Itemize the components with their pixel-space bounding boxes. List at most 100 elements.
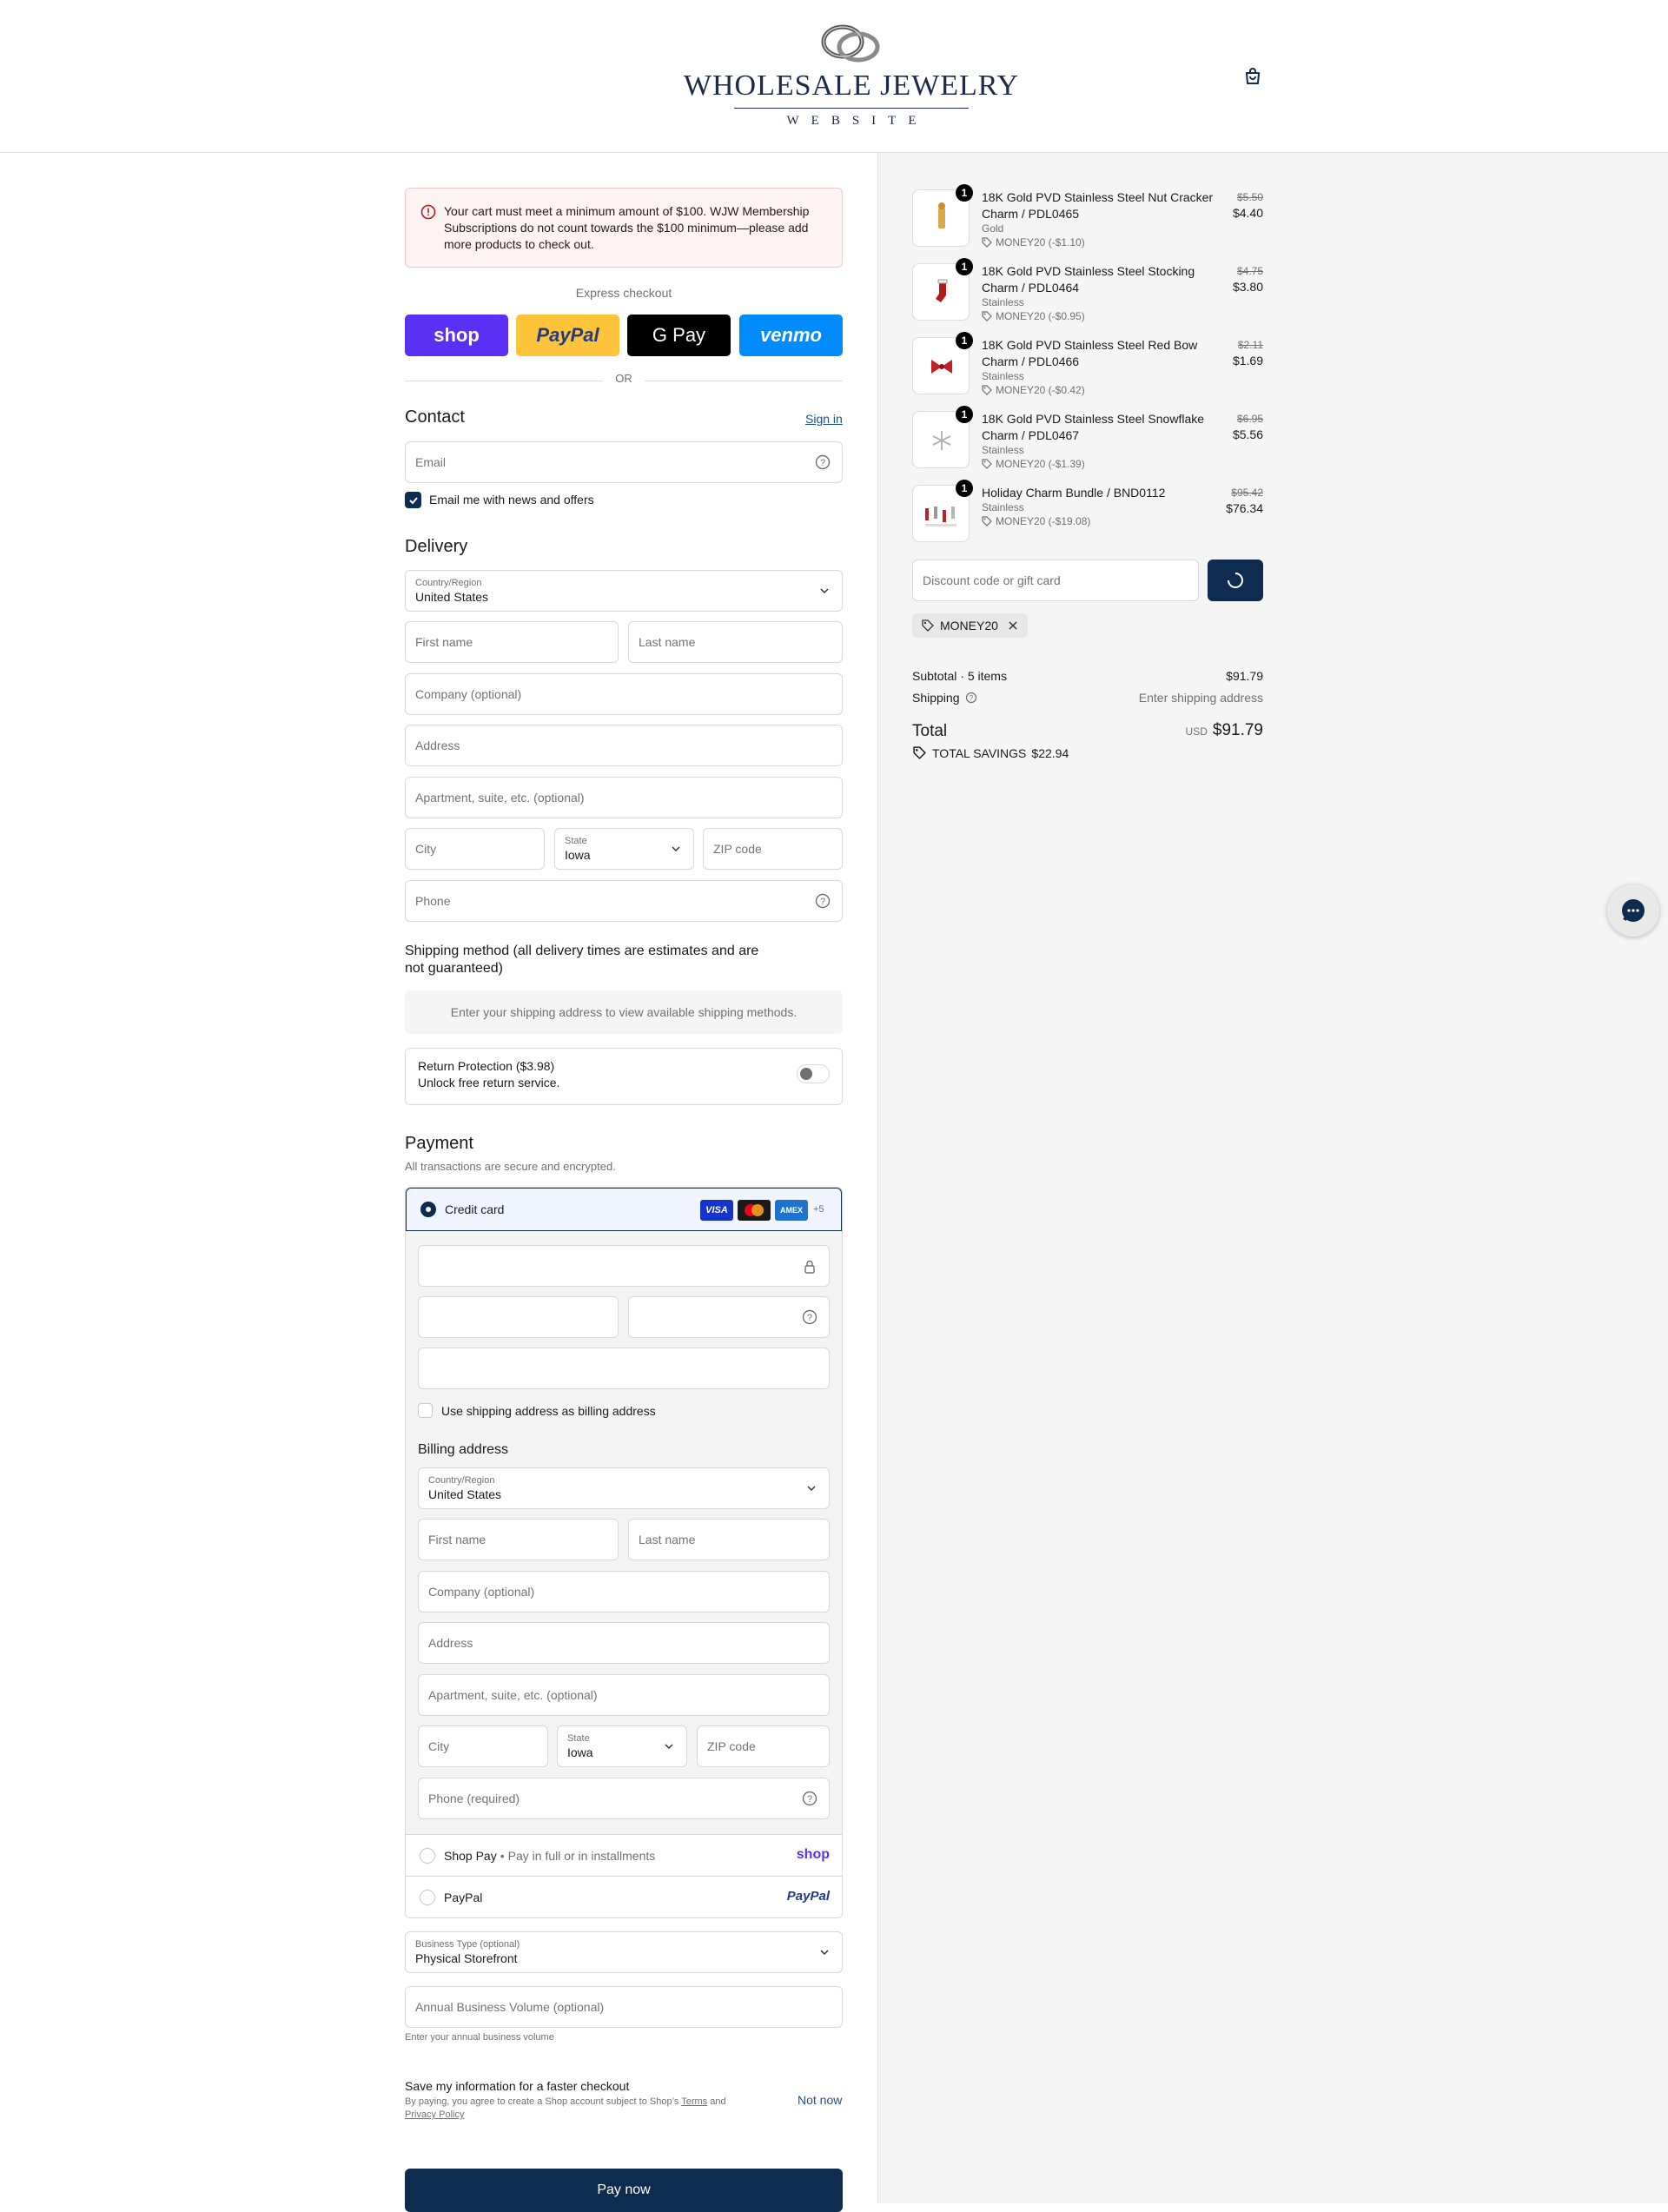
error-icon	[420, 204, 436, 220]
shop-pay-express-button[interactable]: shop	[405, 315, 508, 356]
phone-field[interactable]: Phone ?	[405, 880, 843, 922]
return-protection-title: Return Protection ($3.98)	[418, 1059, 555, 1073]
card-number-field[interactable]	[418, 1245, 830, 1287]
item-name: 18K Gold PVD Stainless Steel Nut Cracker…	[982, 190, 1214, 221]
item-original-price: $6.95	[1236, 413, 1263, 425]
first-name-field[interactable]: First name	[405, 621, 619, 663]
newsletter-label: Email me with news and offers	[429, 493, 594, 507]
subtotal-label: Subtotal · 5 items	[912, 669, 1007, 683]
contact-heading: Contact	[405, 407, 465, 427]
billing-city-field[interactable]: City	[418, 1725, 548, 1767]
quantity-badge: 1	[956, 406, 973, 423]
chevron-down-icon	[820, 1950, 829, 1956]
total-label: Total	[912, 722, 948, 740]
more-cards-count: +5	[813, 1204, 824, 1215]
help-icon[interactable]: ?	[801, 1308, 818, 1326]
item-discount: MONEY20 (-$1.39)	[982, 458, 1085, 470]
shop-pay-option[interactable]: Shop Pay • Pay in full or in installment…	[406, 1834, 842, 1876]
billing-last-name-field[interactable]: Last name	[628, 1519, 830, 1560]
chat-widget-button[interactable]	[1607, 884, 1659, 937]
zip-field[interactable]: ZIP code	[703, 828, 843, 870]
total-value: $91.79	[1212, 721, 1263, 739]
tag-icon	[982, 237, 992, 248]
item-variant: Stainless	[982, 444, 1024, 456]
return-protection-subtitle: Unlock free return service.	[418, 1076, 560, 1089]
use-shipping-checkbox[interactable]	[418, 1403, 433, 1418]
tag-icon	[922, 619, 934, 632]
help-icon[interactable]: ?	[801, 1790, 818, 1807]
card-security-code-field[interactable]: ?	[628, 1296, 830, 1338]
privacy-policy-link[interactable]: Privacy Policy	[405, 2109, 464, 2120]
close-icon[interactable]	[1007, 619, 1019, 632]
item-original-price: $5.50	[1236, 191, 1263, 203]
help-icon[interactable]: ?	[814, 454, 831, 471]
mastercard-icon	[738, 1200, 771, 1221]
not-now-button[interactable]: Not now	[798, 2093, 842, 2107]
discount-code-input[interactable]: Discount code or gift card	[912, 560, 1199, 601]
country-select[interactable]: Country/Region United States	[405, 570, 843, 612]
last-name-field[interactable]: Last name	[628, 621, 843, 663]
tag-icon	[982, 385, 992, 395]
shipping-label-row: Shipping ?	[912, 691, 977, 705]
business-volume-field[interactable]: Annual Business Volume (optional)	[405, 1986, 843, 2028]
shipping-value: Enter shipping address	[1138, 691, 1263, 705]
item-discount: MONEY20 (-$0.42)	[982, 384, 1085, 396]
cart-item: 1 18K Gold PVD Stainless Steel Stocking …	[912, 258, 1263, 324]
pay-now-button[interactable]: Pay now	[405, 2169, 843, 2212]
item-price: $3.80	[1232, 280, 1263, 294]
business-type-select[interactable]: Business Type (optional) Physical Storef…	[405, 1931, 843, 1973]
item-discount: MONEY20 (-$19.08)	[982, 515, 1090, 527]
paypal-option[interactable]: PayPal PayPal	[406, 1876, 842, 1917]
item-original-price: $4.75	[1236, 265, 1263, 277]
address-field[interactable]: Address	[405, 725, 843, 766]
item-price: $5.56	[1232, 427, 1263, 441]
billing-zip-field[interactable]: ZIP code	[697, 1725, 830, 1767]
store-logo[interactable]: WHOLESALE JEWELRY WEBSITE	[660, 17, 1042, 139]
paypal-radio[interactable]	[420, 1889, 435, 1905]
paypal-express-button[interactable]: PayPal	[516, 315, 619, 356]
payment-heading: Payment	[405, 1134, 473, 1153]
return-protection-toggle[interactable]	[797, 1064, 830, 1083]
sign-in-link[interactable]: Sign in	[805, 412, 843, 426]
help-icon[interactable]: ?	[814, 892, 831, 910]
billing-first-name-field[interactable]: First name	[418, 1519, 619, 1560]
billing-state-select[interactable]: State Iowa	[557, 1725, 687, 1767]
newsletter-checkbox[interactable]	[405, 492, 421, 508]
item-variant: Gold	[982, 222, 1004, 235]
billing-phone-field[interactable]: Phone (required) ?	[418, 1778, 830, 1819]
help-icon[interactable]: ?	[965, 692, 977, 704]
card-expiry-field[interactable]	[418, 1296, 619, 1338]
state-select[interactable]: State Iowa	[554, 828, 694, 870]
item-price: $1.69	[1232, 354, 1263, 368]
visa-icon: VISA	[700, 1200, 733, 1221]
tag-icon	[982, 459, 992, 469]
apartment-field[interactable]: Apartment, suite, etc. (optional)	[405, 777, 843, 818]
shop-pay-radio[interactable]	[420, 1847, 435, 1864]
item-price: $4.40	[1232, 206, 1263, 220]
total-value-row: USD $91.79	[1186, 721, 1263, 740]
lock-icon	[804, 1260, 815, 1274]
card-name-field[interactable]	[418, 1348, 830, 1389]
venmo-express-button[interactable]: venmo	[739, 315, 843, 356]
email-field[interactable]: Email ?	[405, 441, 843, 483]
credit-card-radio[interactable]	[420, 1202, 436, 1217]
item-original-price: $95.42	[1231, 487, 1263, 499]
billing-company-field[interactable]: Company (optional)	[418, 1571, 830, 1613]
billing-address-field[interactable]: Address	[418, 1622, 830, 1664]
quantity-badge: 1	[956, 184, 973, 202]
shopping-bag-icon[interactable]	[1242, 66, 1263, 87]
billing-apartment-field[interactable]: Apartment, suite, etc. (optional)	[418, 1674, 830, 1716]
use-shipping-address-option[interactable]: Use shipping address as billing address	[418, 1403, 656, 1418]
billing-country-select[interactable]: Country/Region United States	[418, 1467, 830, 1509]
apply-discount-button[interactable]	[1208, 560, 1263, 601]
terms-link[interactable]: Terms	[681, 2096, 707, 2107]
save-info-legal: By paying, you agree to create a Shop ac…	[405, 2096, 726, 2120]
city-field[interactable]: City	[405, 828, 545, 870]
quantity-badge: 1	[956, 480, 973, 497]
google-pay-express-button[interactable]: G Pay	[627, 315, 731, 356]
item-variant: Stainless	[982, 501, 1024, 513]
company-field[interactable]: Company (optional)	[405, 673, 843, 715]
logo-main-text: WHOLESALE JEWELRY	[683, 70, 1020, 102]
credit-card-option[interactable]: Credit card VISA AMEX +5	[406, 1188, 842, 1231]
chevron-down-icon	[807, 1486, 816, 1492]
